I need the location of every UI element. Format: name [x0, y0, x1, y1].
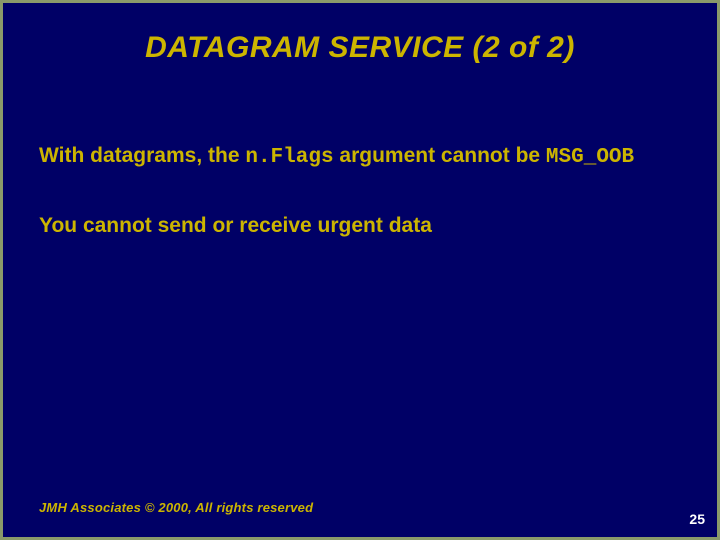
text-1a: With datagrams, the [39, 144, 245, 167]
code-nflags: n.Flags [245, 146, 333, 169]
footer-copyright: JMH Associates © 2000, All rights reserv… [39, 500, 313, 515]
paragraph-2: You cannot send or receive urgent data [39, 213, 679, 239]
text-1b: argument cannot be [334, 144, 546, 167]
code-msg-oob: MSG_OOB [546, 146, 634, 169]
page-title: DATAGRAM SERVICE (2 of 2) [3, 31, 717, 65]
slide-body: With datagrams, the n.Flags argument can… [39, 143, 679, 282]
slide: DATAGRAM SERVICE (2 of 2) With datagrams… [3, 3, 717, 537]
page-number: 25 [689, 511, 705, 527]
paragraph-1: With datagrams, the n.Flags argument can… [39, 143, 679, 171]
